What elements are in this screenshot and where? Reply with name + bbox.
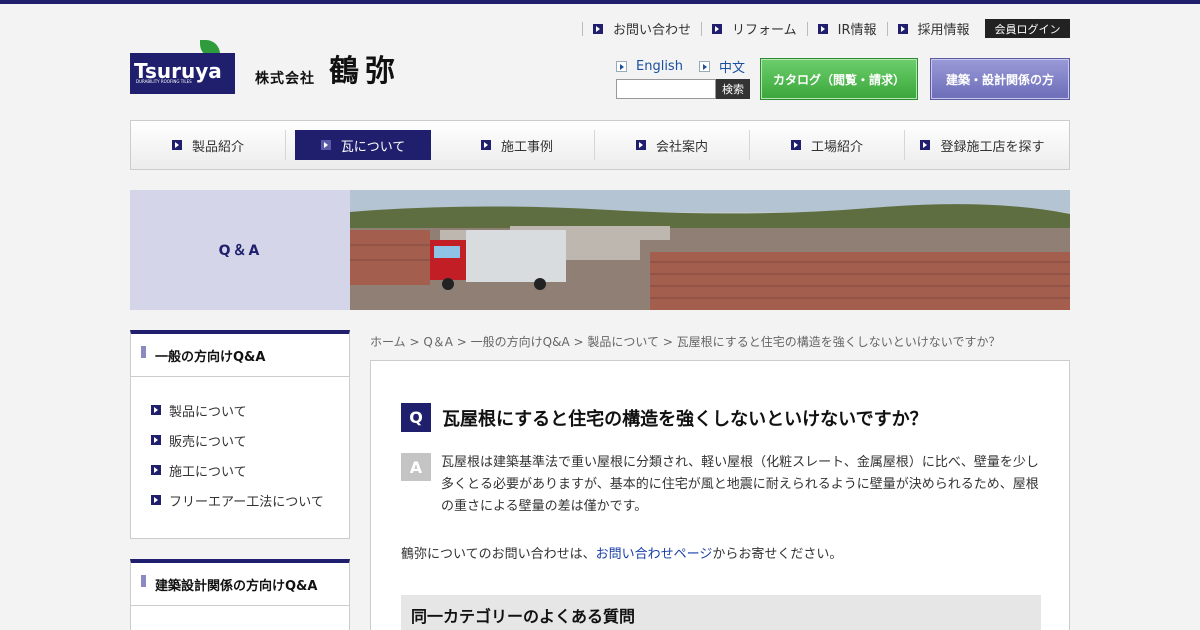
sidebar-item-label: 販売について xyxy=(169,434,247,450)
factory-yard-illustration xyxy=(350,190,1070,310)
arrow-icon xyxy=(712,23,723,34)
catalog-button[interactable]: カタログ（閲覧・請求） xyxy=(760,58,918,100)
util-label: 採用情報 xyxy=(917,23,970,38)
arrow-icon xyxy=(593,23,603,34)
answer-text: 瓦屋根は建築基準法で重い屋根に分類され、軽い屋根（化粧スレート、金属屋根）に比べ… xyxy=(441,455,1039,514)
arrow-icon xyxy=(817,23,828,34)
utility-nav: お問い合わせ リフォーム IR情報 採用情報 xyxy=(582,19,980,38)
lang-label: English xyxy=(636,59,683,74)
question-title: 瓦屋根にすると住宅の構造を強くしないといけないですか？ xyxy=(442,408,928,430)
util-contact-link[interactable]: お問い合わせ xyxy=(582,21,701,38)
nav-label: 製品紹介 xyxy=(191,139,244,155)
hero-section-label: Q＆A xyxy=(130,190,350,310)
arrow-icon xyxy=(897,23,908,34)
nav-case-studies[interactable]: 施工事例 xyxy=(440,130,595,160)
arrow-icon xyxy=(480,140,491,150)
question-badge: Q xyxy=(401,403,431,432)
nav-products[interactable]: 製品紹介 xyxy=(131,130,286,160)
professional-button[interactable]: 建築・設計関係の方 xyxy=(930,58,1070,100)
sidebar-heading-label: 一般の方向けQ&A xyxy=(155,349,266,365)
util-recruit-link[interactable]: 採用情報 xyxy=(886,21,980,38)
answer-badge: A xyxy=(401,453,431,481)
util-label: リフォーム xyxy=(732,23,797,38)
qa-content-panel: Q 瓦屋根にすると住宅の構造を強くしないといけないですか？ A 瓦屋根は建築基準… xyxy=(370,360,1070,630)
arrow-icon xyxy=(790,140,801,150)
sidebar-item-sales[interactable]: 販売について xyxy=(151,425,349,455)
breadcrumb[interactable]: ホーム > Q＆A > 一般の方向けQ&A > 製品について > 瓦屋根にすると… xyxy=(370,333,1000,350)
sidebar-item-label: 施工について xyxy=(169,464,247,480)
nav-label: 会社案内 xyxy=(655,139,708,155)
sidebar-item-label: 製品について xyxy=(169,404,247,420)
util-label: お問い合わせ xyxy=(613,23,692,38)
heading-bar-icon xyxy=(141,575,146,587)
arrow-icon xyxy=(320,140,331,150)
related-questions-heading: 同一カテゴリーのよくある質問 xyxy=(401,595,1041,630)
arrow-icon xyxy=(151,495,161,505)
lang-english-link[interactable]: English xyxy=(616,57,683,76)
sidebar-general-qa: 一般の方向けQ&A 製品について 販売について 施工について フリーエアー工法に… xyxy=(130,330,350,539)
nav-company[interactable]: 会社案内 xyxy=(595,130,750,160)
lang-chinese-link[interactable]: 中文 xyxy=(698,57,745,76)
arrow-icon xyxy=(171,140,182,150)
arrow-icon xyxy=(616,61,627,72)
arrow-icon xyxy=(151,405,161,415)
heading-bar-icon xyxy=(141,346,146,358)
lang-label: 中文 xyxy=(718,61,745,76)
corp-name: 鶴弥 xyxy=(329,54,401,89)
top-accent-bar xyxy=(0,0,1200,4)
corporate-name: 株式会社 鶴弥 xyxy=(255,56,401,88)
search-button[interactable]: 検索 xyxy=(716,79,750,99)
nav-label: 登録施工店を探す xyxy=(940,139,1045,155)
sidebar-heading-label: 建築設計関係の方向けQ&A xyxy=(155,578,318,594)
contact-page-link[interactable]: お問い合わせページ xyxy=(596,547,713,562)
nav-factory[interactable]: 工場紹介 xyxy=(750,130,905,160)
member-login-button[interactable]: 会員ログイン xyxy=(985,19,1070,38)
nav-find-installer[interactable]: 登録施工店を探す xyxy=(905,130,1060,160)
util-reform-link[interactable]: リフォーム xyxy=(701,21,807,38)
language-switcher: English 中文 xyxy=(616,57,761,76)
nav-label: 施工事例 xyxy=(500,139,553,155)
util-label: IR情報 xyxy=(837,23,877,38)
sidebar-pro-heading[interactable]: 建築設計関係の方向けQ&A xyxy=(131,563,349,606)
sidebar-general-heading[interactable]: 一般の方向けQ&A xyxy=(131,334,349,377)
global-nav: 製品紹介 瓦について 施工事例 会社案内 工場紹介 登録施工店を探す xyxy=(130,120,1070,170)
sidebar-item-products[interactable]: 製品について xyxy=(151,395,349,425)
nav-about-tiles[interactable]: 瓦について xyxy=(295,130,431,160)
arrow-icon xyxy=(151,435,161,445)
contact-prefix: 鶴弥についてのお問い合わせは、 xyxy=(401,547,596,562)
arrow-icon xyxy=(151,465,161,475)
sidebar-item-label: フリーエアー工法について xyxy=(169,494,324,510)
arrow-icon xyxy=(698,61,710,72)
site-search: 検索 xyxy=(616,79,750,99)
sidebar-general-list: 製品について 販売について 施工について フリーエアー工法について xyxy=(131,377,349,515)
nav-label: 瓦について xyxy=(340,139,406,155)
arrow-icon xyxy=(920,140,931,150)
hero-factory-photo xyxy=(350,190,1070,310)
contact-suffix: からお寄せください。 xyxy=(712,547,843,562)
logo-wordmark: Tsuruya xyxy=(130,53,235,94)
sidebar-item-free-air[interactable]: フリーエアー工法について xyxy=(151,485,349,515)
logo-subtitle: DURABILITY ROOFING TILES xyxy=(136,79,192,84)
contact-note: 鶴弥についてのお問い合わせは、お問い合わせページからお寄せください。 xyxy=(401,543,842,562)
util-ir-link[interactable]: IR情報 xyxy=(806,21,887,38)
search-input[interactable] xyxy=(616,79,716,99)
tsuruya-logo[interactable]: Tsuruya DURABILITY ROOFING TILES xyxy=(130,40,235,94)
corp-prefix: 株式会社 xyxy=(255,71,315,87)
sidebar-item-construction[interactable]: 施工について xyxy=(151,455,349,485)
nav-label: 工場紹介 xyxy=(810,139,863,155)
question-row: Q 瓦屋根にすると住宅の構造を強くしないといけないですか？ xyxy=(401,403,928,432)
sidebar-pro-qa: 建築設計関係の方向けQ&A xyxy=(130,559,350,630)
arrow-icon xyxy=(635,140,646,150)
